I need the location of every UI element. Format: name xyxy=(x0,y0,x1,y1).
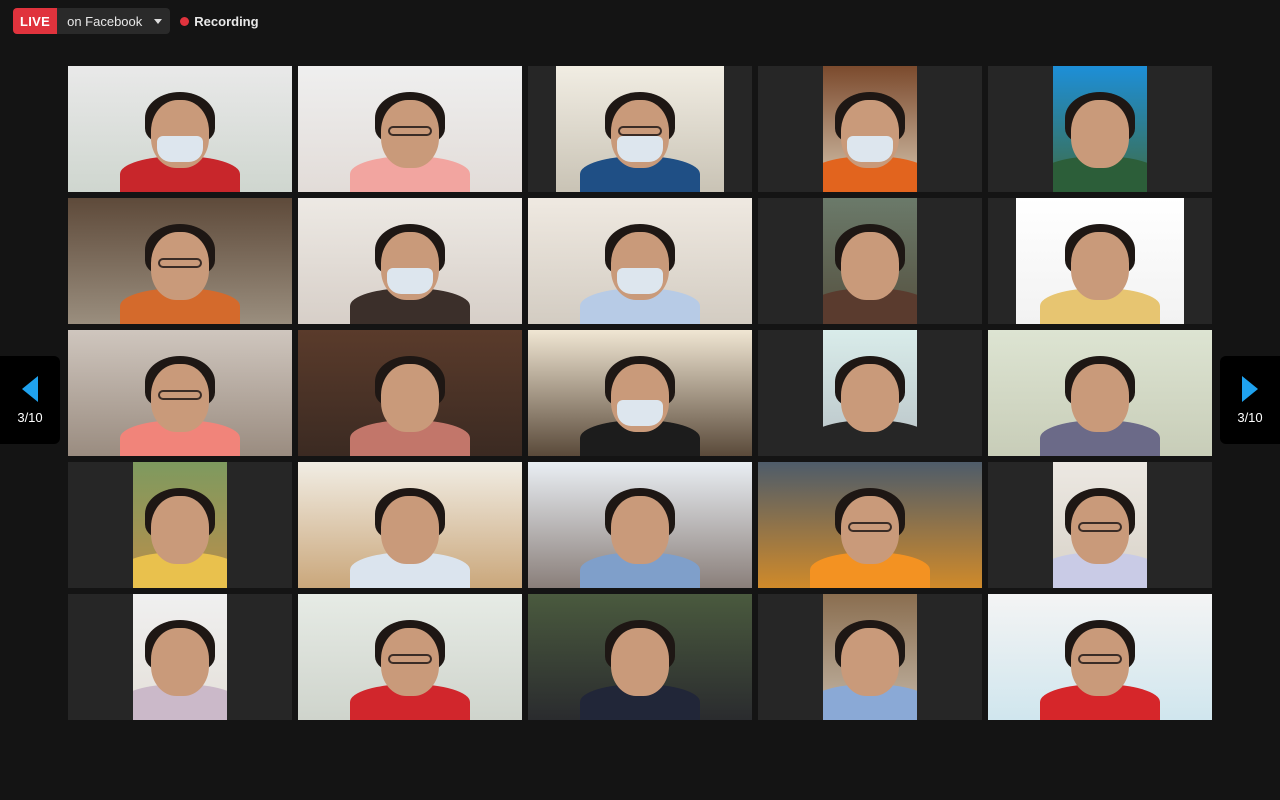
next-page-button[interactable]: 3/10 xyxy=(1220,356,1280,444)
participant-video-feed xyxy=(528,330,752,456)
participant-silhouette xyxy=(823,602,917,720)
participant-silhouette xyxy=(350,74,470,192)
participant-video-tile[interactable] xyxy=(68,594,292,720)
participant-video-tile[interactable] xyxy=(528,462,752,588)
participant-video-feed xyxy=(68,66,292,192)
participant-video-tile[interactable] xyxy=(528,594,752,720)
participant-video-feed xyxy=(988,594,1212,720)
participant-silhouette xyxy=(1040,602,1160,720)
participant-video-feed xyxy=(68,330,292,456)
participant-video-tile[interactable] xyxy=(758,330,982,456)
participant-silhouette xyxy=(580,338,700,456)
participant-video-tile[interactable] xyxy=(758,594,982,720)
arrow-right-icon xyxy=(1242,375,1258,402)
participant-video-tile[interactable] xyxy=(758,66,982,192)
participant-video-feed xyxy=(298,462,522,588)
participant-silhouette xyxy=(580,470,700,588)
page-indicator: 3/10 xyxy=(1237,409,1263,425)
participant-video-tile[interactable] xyxy=(68,462,292,588)
participant-video-tile[interactable] xyxy=(528,330,752,456)
participant-silhouette xyxy=(120,74,240,192)
arrow-left-icon xyxy=(22,375,38,402)
participant-video-tile[interactable] xyxy=(528,198,752,324)
participant-video-feed xyxy=(823,330,917,456)
participant-video-feed xyxy=(823,66,917,192)
participant-silhouette xyxy=(120,338,240,456)
participant-video-feed xyxy=(1053,66,1147,192)
participant-video-feed xyxy=(298,330,522,456)
participant-video-feed xyxy=(823,198,917,324)
participant-silhouette xyxy=(810,470,930,588)
participant-silhouette xyxy=(580,602,700,720)
participant-silhouette xyxy=(133,602,227,720)
participant-video-tile[interactable] xyxy=(298,462,522,588)
participant-video-tile[interactable] xyxy=(68,66,292,192)
participant-silhouette xyxy=(350,206,470,324)
participant-silhouette xyxy=(1053,74,1147,192)
participant-video-feed xyxy=(1016,198,1184,324)
participant-video-tile[interactable] xyxy=(68,330,292,456)
participant-video-tile[interactable] xyxy=(298,198,522,324)
recording-indicator: Recording xyxy=(180,13,259,29)
participant-video-feed xyxy=(528,198,752,324)
participant-silhouette xyxy=(350,602,470,720)
participant-video-tile[interactable] xyxy=(758,462,982,588)
chevron-down-icon xyxy=(154,18,163,24)
recording-label: Recording xyxy=(194,13,259,29)
participant-video-tile[interactable] xyxy=(758,198,982,324)
participant-video-feed xyxy=(758,462,982,588)
participant-silhouette xyxy=(1040,206,1160,324)
participant-silhouette xyxy=(133,470,227,588)
participant-silhouette xyxy=(823,74,917,192)
live-stream-indicator: LIVE on Facebook Recording xyxy=(13,8,259,34)
participant-video-tile[interactable] xyxy=(988,198,1212,324)
page-indicator: 3/10 xyxy=(17,409,43,425)
participant-video-feed xyxy=(556,66,724,192)
participant-silhouette xyxy=(350,338,470,456)
participant-silhouette xyxy=(1040,338,1160,456)
participant-video-feed xyxy=(133,594,227,720)
participant-video-tile[interactable] xyxy=(988,66,1212,192)
live-badge: LIVE xyxy=(13,8,58,34)
participant-video-tile[interactable] xyxy=(298,66,522,192)
participant-silhouette xyxy=(580,74,700,192)
participant-silhouette xyxy=(120,206,240,324)
participant-video-tile[interactable] xyxy=(988,594,1212,720)
participant-silhouette xyxy=(1053,470,1147,588)
participant-video-feed xyxy=(133,462,227,588)
participant-video-feed xyxy=(823,594,917,720)
live-destination-dropdown[interactable]: on Facebook xyxy=(57,8,171,34)
recording-dot-icon xyxy=(180,16,190,26)
previous-page-button[interactable]: 3/10 xyxy=(0,356,60,444)
participant-video-feed xyxy=(298,198,522,324)
participant-silhouette xyxy=(823,206,917,324)
participant-video-tile[interactable] xyxy=(988,330,1212,456)
participant-video-feed xyxy=(298,66,522,192)
participant-video-feed xyxy=(988,330,1212,456)
participant-video-feed xyxy=(528,462,752,588)
participant-silhouette xyxy=(350,470,470,588)
live-destination-label: on Facebook xyxy=(67,13,143,29)
participant-silhouette xyxy=(580,206,700,324)
participant-video-tile[interactable] xyxy=(528,66,752,192)
participant-video-feed xyxy=(1053,462,1147,588)
participant-video-tile[interactable] xyxy=(68,198,292,324)
participant-video-feed xyxy=(68,198,292,324)
participant-silhouette xyxy=(823,338,917,456)
participant-video-feed xyxy=(298,594,522,720)
participant-video-tile[interactable] xyxy=(298,594,522,720)
participant-video-tile[interactable] xyxy=(298,330,522,456)
participant-video-feed xyxy=(528,594,752,720)
participant-video-tile[interactable] xyxy=(988,462,1212,588)
